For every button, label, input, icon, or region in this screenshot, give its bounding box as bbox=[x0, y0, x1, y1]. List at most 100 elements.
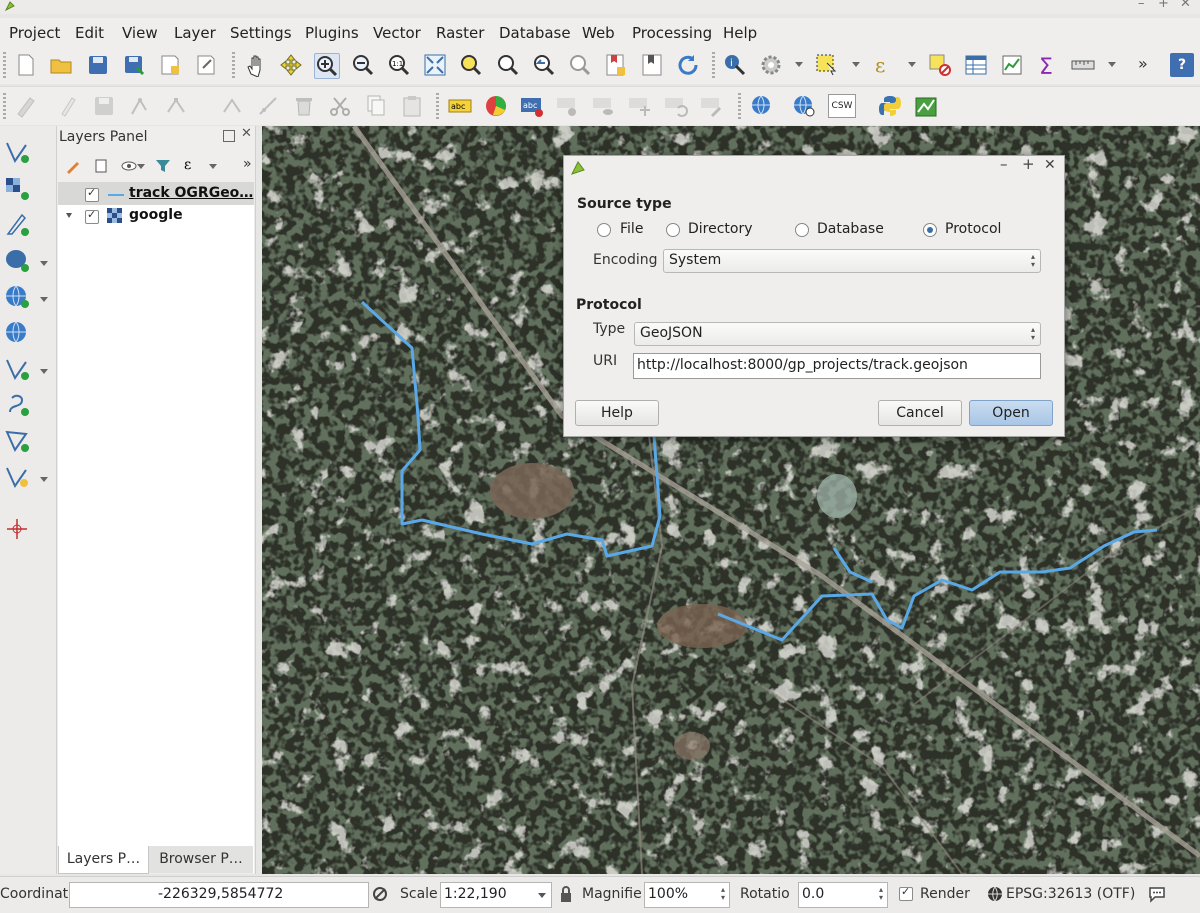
zoom-full-icon[interactable] bbox=[423, 53, 447, 77]
menu-processing[interactable]: Processing bbox=[632, 24, 712, 42]
uri-input[interactable]: http://localhost:8000/gp_projects/track.… bbox=[633, 353, 1041, 379]
add-wms-layer-icon[interactable] bbox=[4, 284, 30, 310]
statistics-icon[interactable]: Σ bbox=[1036, 53, 1060, 77]
cancel-button[interactable]: Cancel bbox=[878, 400, 962, 426]
layer-visibility-checkbox[interactable] bbox=[85, 208, 99, 224]
messages-icon[interactable] bbox=[1148, 885, 1166, 903]
tab-layers-panel[interactable]: Layers P… bbox=[58, 846, 149, 874]
new-shapefile-icon[interactable] bbox=[4, 428, 30, 454]
dialog-close-button[interactable]: ✕ bbox=[1044, 157, 1056, 173]
toggle-editing-icon[interactable] bbox=[56, 94, 80, 118]
pan-to-selection-icon[interactable] bbox=[279, 53, 303, 77]
wfs-layer-icon[interactable] bbox=[792, 94, 816, 118]
action-icon[interactable] bbox=[759, 53, 783, 77]
move-label-icon[interactable] bbox=[628, 94, 652, 118]
diagram-icon[interactable] bbox=[484, 94, 508, 118]
render-label[interactable]: Render bbox=[920, 886, 970, 902]
spin-arrows-icon[interactable]: ▴ ▾ bbox=[721, 886, 725, 902]
help-icon[interactable]: ? bbox=[1170, 53, 1194, 77]
expand-arrow-icon[interactable] bbox=[66, 213, 72, 218]
toolbar-handle[interactable] bbox=[738, 93, 741, 119]
open-project-icon[interactable] bbox=[49, 53, 73, 77]
radio-file[interactable] bbox=[597, 223, 611, 237]
open-button[interactable]: Open bbox=[969, 400, 1053, 426]
radio-protocol-label[interactable]: Protocol bbox=[945, 221, 1001, 237]
show-hide-labels-icon[interactable] bbox=[592, 94, 616, 118]
field-calculator-icon[interactable] bbox=[1000, 53, 1024, 77]
add-feature-icon[interactable] bbox=[128, 94, 152, 118]
new-spatialite-icon[interactable] bbox=[4, 464, 30, 490]
minimize-window-button[interactable]: – bbox=[1138, 0, 1145, 11]
composer-manager-icon[interactable] bbox=[194, 53, 218, 77]
show-bookmarks-icon[interactable] bbox=[640, 53, 664, 77]
open-layer-styling-icon[interactable] bbox=[65, 158, 81, 174]
manage-visibility-icon[interactable] bbox=[121, 158, 137, 174]
crs-status[interactable]: EPSG:32613 (OTF) bbox=[1006, 886, 1135, 902]
coordinate-field[interactable]: -226329,5854772 bbox=[69, 882, 369, 908]
identify-icon[interactable]: i bbox=[723, 53, 747, 77]
add-gps-layer-icon[interactable] bbox=[4, 392, 30, 418]
radio-file-label[interactable]: File bbox=[620, 221, 643, 237]
encoding-select[interactable]: System ▴ ▾ bbox=[663, 249, 1041, 273]
filter-dropdown-arrow[interactable] bbox=[209, 164, 217, 169]
undock-panel-icon[interactable] bbox=[223, 130, 235, 142]
save-edits-icon[interactable] bbox=[92, 94, 116, 118]
expression-select-icon[interactable]: ε bbox=[872, 53, 896, 77]
add-delimited-text-icon[interactable] bbox=[4, 212, 30, 238]
copy-features-icon[interactable] bbox=[364, 94, 388, 118]
measure-dropdown-arrow[interactable] bbox=[1108, 62, 1116, 67]
toggle-extents-icon[interactable] bbox=[372, 886, 388, 902]
save-as-icon[interactable] bbox=[122, 53, 146, 77]
select-feature-icon[interactable] bbox=[815, 53, 839, 77]
lock-scale-icon[interactable] bbox=[559, 885, 573, 903]
maximize-window-button[interactable]: + bbox=[1158, 0, 1169, 11]
measure-icon[interactable] bbox=[1071, 53, 1095, 77]
add-raster-layer-icon[interactable] bbox=[4, 176, 30, 202]
dialog-minimize-button[interactable]: – bbox=[1000, 155, 1008, 173]
filter-expression-icon[interactable]: ε bbox=[183, 156, 199, 174]
layer-row-google[interactable]: google bbox=[58, 205, 254, 227]
deselect-icon[interactable] bbox=[928, 53, 952, 77]
cut-features-icon[interactable] bbox=[328, 94, 352, 118]
close-window-button[interactable]: ✕ bbox=[1180, 0, 1191, 11]
tab-browser-panel[interactable]: Browser P… bbox=[149, 846, 253, 873]
radio-directory-label[interactable]: Directory bbox=[688, 221, 753, 237]
menu-plugins[interactable]: Plugins bbox=[305, 24, 359, 42]
radio-directory[interactable] bbox=[666, 223, 680, 237]
layer-labeling-icon[interactable]: abc bbox=[520, 94, 544, 118]
csw-icon[interactable]: CSW bbox=[828, 94, 856, 118]
spatialite-dropdown-arrow[interactable] bbox=[40, 369, 48, 374]
toolbar-handle[interactable] bbox=[712, 52, 715, 78]
zoom-last-icon[interactable] bbox=[532, 53, 556, 77]
add-vector-layer-icon[interactable] bbox=[4, 139, 30, 165]
protocol-type-select[interactable]: GeoJSON ▴ ▾ bbox=[634, 322, 1041, 346]
toolbar-handle[interactable] bbox=[3, 93, 6, 119]
select-dropdown-arrow[interactable] bbox=[852, 62, 860, 67]
add-spatialite-layer-icon[interactable] bbox=[4, 356, 30, 382]
new-print-composer-icon[interactable] bbox=[158, 53, 182, 77]
attribute-table-icon[interactable] bbox=[964, 53, 988, 77]
save-project-icon[interactable] bbox=[86, 53, 110, 77]
node-tool-icon[interactable] bbox=[164, 94, 188, 118]
expression-dropdown-arrow[interactable] bbox=[908, 62, 916, 67]
layer-visibility-checkbox[interactable] bbox=[85, 186, 99, 202]
python-console-icon[interactable] bbox=[878, 94, 902, 118]
menu-project[interactable]: Project bbox=[9, 24, 60, 42]
current-edits-icon[interactable] bbox=[14, 94, 38, 118]
menu-edit[interactable]: Edit bbox=[75, 24, 104, 42]
refresh-icon[interactable] bbox=[676, 53, 700, 77]
dialog-maximize-button[interactable]: + bbox=[1022, 155, 1035, 173]
wms-dropdown-arrow[interactable] bbox=[40, 297, 48, 302]
menu-view[interactable]: View bbox=[122, 24, 158, 42]
magnifier-spinbox[interactable]: 100% ▴ ▾ bbox=[644, 882, 730, 908]
menu-raster[interactable]: Raster bbox=[436, 24, 484, 42]
scale-combo[interactable]: 1:22,190 bbox=[440, 882, 552, 908]
menu-vector[interactable]: Vector bbox=[373, 24, 421, 42]
menu-database[interactable]: Database bbox=[499, 24, 571, 42]
zoom-in-icon[interactable] bbox=[314, 53, 340, 79]
postgis-dropdown-arrow[interactable] bbox=[40, 261, 48, 266]
zoom-to-selection-icon[interactable] bbox=[459, 53, 483, 77]
crs-globe-icon[interactable] bbox=[987, 886, 1003, 902]
add-georeferencer-icon[interactable] bbox=[4, 516, 30, 542]
rotate-label-icon[interactable] bbox=[664, 94, 688, 118]
